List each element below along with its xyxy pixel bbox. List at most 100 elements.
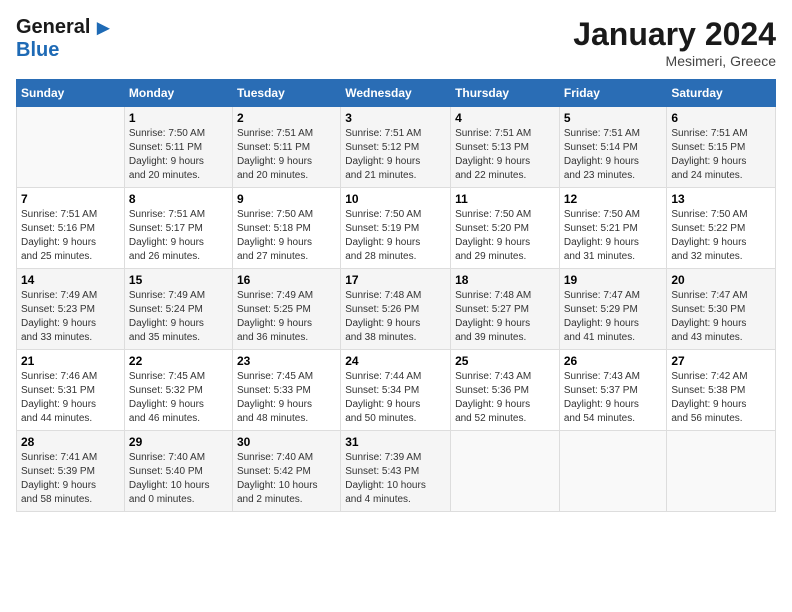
col-header-monday: Monday [124,80,232,107]
day-info: Sunrise: 7:48 AM Sunset: 5:27 PM Dayligh… [455,289,555,345]
day-info: Sunrise: 7:48 AM Sunset: 5:26 PM Dayligh… [345,289,446,345]
day-info: Sunrise: 7:50 AM Sunset: 5:21 PM Dayligh… [564,208,663,264]
day-info: Sunrise: 7:47 AM Sunset: 5:30 PM Dayligh… [671,289,771,345]
calendar-cell: 20 Sunrise: 7:47 AM Sunset: 5:30 PM Dayli… [667,269,776,350]
calendar-cell: 17 Sunrise: 7:48 AM Sunset: 5:26 PM Dayli… [341,269,451,350]
day-info: Sunrise: 7:51 AM Sunset: 5:12 PM Dayligh… [345,127,446,183]
calendar-cell: 22 Sunrise: 7:45 AM Sunset: 5:32 PM Dayli… [124,350,232,431]
day-info: Sunrise: 7:45 AM Sunset: 5:33 PM Dayligh… [237,370,336,426]
logo-bird-icon: ► [92,17,114,39]
day-number: 2 [237,111,336,125]
day-number: 15 [129,273,228,287]
day-info: Sunrise: 7:51 AM Sunset: 5:17 PM Dayligh… [129,208,228,264]
calendar-cell: 24 Sunrise: 7:44 AM Sunset: 5:34 PM Dayli… [341,350,451,431]
col-header-sunday: Sunday [17,80,125,107]
day-info: Sunrise: 7:49 AM Sunset: 5:23 PM Dayligh… [21,289,120,345]
calendar-cell: 1Sunrise: 7:50 AM Sunset: 5:11 PM Daylig… [124,107,232,188]
day-number: 21 [21,354,120,368]
calendar-cell: 27 Sunrise: 7:42 AM Sunset: 5:38 PM Dayli… [667,350,776,431]
calendar-cell: 11Sunrise: 7:50 AM Sunset: 5:20 PM Dayli… [451,188,560,269]
day-info: Sunrise: 7:51 AM Sunset: 5:13 PM Dayligh… [455,127,555,183]
day-number: 31 [345,435,446,449]
calendar-cell: 9 Sunrise: 7:50 AM Sunset: 5:18 PM Daylig… [232,188,340,269]
day-info: Sunrise: 7:50 AM Sunset: 5:19 PM Dayligh… [345,208,446,264]
week-row-4: 21 Sunrise: 7:46 AM Sunset: 5:31 PM Dayli… [17,350,776,431]
day-number: 18 [455,273,555,287]
calendar-cell: 4 Sunrise: 7:51 AM Sunset: 5:13 PM Daylig… [451,107,560,188]
calendar-cell: 25 Sunrise: 7:43 AM Sunset: 5:36 PM Dayli… [451,350,560,431]
calendar-cell [17,107,125,188]
day-info: Sunrise: 7:50 AM Sunset: 5:20 PM Dayligh… [455,208,555,264]
calendar-cell: 18 Sunrise: 7:48 AM Sunset: 5:27 PM Dayli… [451,269,560,350]
day-info: Sunrise: 7:51 AM Sunset: 5:14 PM Dayligh… [564,127,663,183]
week-row-3: 14 Sunrise: 7:49 AM Sunset: 5:23 PM Dayli… [17,269,776,350]
day-number: 12 [564,192,663,206]
month-title: January 2024 [573,16,776,53]
day-info: Sunrise: 7:47 AM Sunset: 5:29 PM Dayligh… [564,289,663,345]
calendar-table: SundayMondayTuesdayWednesdayThursdayFrid… [16,79,776,512]
calendar-cell: 23Sunrise: 7:45 AM Sunset: 5:33 PM Dayli… [232,350,340,431]
week-row-2: 7 Sunrise: 7:51 AM Sunset: 5:16 PM Daylig… [17,188,776,269]
day-number: 25 [455,354,555,368]
calendar-cell [667,431,776,512]
calendar-cell: 10 Sunrise: 7:50 AM Sunset: 5:19 PM Dayli… [341,188,451,269]
day-info: Sunrise: 7:50 AM Sunset: 5:18 PM Dayligh… [237,208,336,264]
day-info: Sunrise: 7:40 AM Sunset: 5:40 PM Dayligh… [129,451,228,507]
day-number: 28 [21,435,120,449]
day-info: Sunrise: 7:50 AM Sunset: 5:22 PM Dayligh… [671,208,771,264]
day-number: 14 [21,273,120,287]
day-info: Sunrise: 7:51 AM Sunset: 5:11 PM Dayligh… [237,127,336,183]
calendar-cell: 15 Sunrise: 7:49 AM Sunset: 5:24 PM Dayli… [124,269,232,350]
calendar-header-row: SundayMondayTuesdayWednesdayThursdayFrid… [17,80,776,107]
day-number: 24 [345,354,446,368]
day-info: Sunrise: 7:40 AM Sunset: 5:42 PM Dayligh… [237,451,336,507]
calendar-cell: 29Sunrise: 7:40 AM Sunset: 5:40 PM Dayli… [124,431,232,512]
calendar-cell [451,431,560,512]
page-header: General ► Blue January 2024 Mesimeri, Gr… [16,16,776,69]
day-info: Sunrise: 7:44 AM Sunset: 5:34 PM Dayligh… [345,370,446,426]
logo: General ► Blue [16,16,114,62]
day-number: 7 [21,192,120,206]
day-number: 4 [455,111,555,125]
day-info: Sunrise: 7:46 AM Sunset: 5:31 PM Dayligh… [21,370,120,426]
day-info: Sunrise: 7:45 AM Sunset: 5:32 PM Dayligh… [129,370,228,426]
day-number: 9 [237,192,336,206]
calendar-cell: 30 Sunrise: 7:40 AM Sunset: 5:42 PM Dayli… [232,431,340,512]
day-number: 8 [129,192,228,206]
day-number: 17 [345,273,446,287]
day-info: Sunrise: 7:49 AM Sunset: 5:24 PM Dayligh… [129,289,228,345]
calendar-cell [559,431,667,512]
day-number: 10 [345,192,446,206]
day-number: 22 [129,354,228,368]
week-row-1: 1Sunrise: 7:50 AM Sunset: 5:11 PM Daylig… [17,107,776,188]
day-info: Sunrise: 7:39 AM Sunset: 5:43 PM Dayligh… [345,451,446,507]
location-subtitle: Mesimeri, Greece [573,53,776,69]
title-area: January 2024 Mesimeri, Greece [573,16,776,69]
day-info: Sunrise: 7:42 AM Sunset: 5:38 PM Dayligh… [671,370,771,426]
day-number: 30 [237,435,336,449]
col-header-wednesday: Wednesday [341,80,451,107]
calendar-cell: 19Sunrise: 7:47 AM Sunset: 5:29 PM Dayli… [559,269,667,350]
day-number: 6 [671,111,771,125]
day-info: Sunrise: 7:43 AM Sunset: 5:36 PM Dayligh… [455,370,555,426]
calendar-cell: 12 Sunrise: 7:50 AM Sunset: 5:21 PM Dayli… [559,188,667,269]
day-info: Sunrise: 7:41 AM Sunset: 5:39 PM Dayligh… [21,451,120,507]
week-row-5: 28 Sunrise: 7:41 AM Sunset: 5:39 PM Dayli… [17,431,776,512]
logo-general: General [16,16,90,39]
calendar-cell: 8 Sunrise: 7:51 AM Sunset: 5:17 PM Daylig… [124,188,232,269]
col-header-saturday: Saturday [667,80,776,107]
day-number: 13 [671,192,771,206]
day-info: Sunrise: 7:49 AM Sunset: 5:25 PM Dayligh… [237,289,336,345]
calendar-cell: 2 Sunrise: 7:51 AM Sunset: 5:11 PM Daylig… [232,107,340,188]
calendar-cell: 5 Sunrise: 7:51 AM Sunset: 5:14 PM Daylig… [559,107,667,188]
day-number: 5 [564,111,663,125]
day-number: 16 [237,273,336,287]
day-info: Sunrise: 7:51 AM Sunset: 5:16 PM Dayligh… [21,208,120,264]
day-number: 20 [671,273,771,287]
day-number: 26 [564,354,663,368]
calendar-cell: 26Sunrise: 7:43 AM Sunset: 5:37 PM Dayli… [559,350,667,431]
day-number: 27 [671,354,771,368]
col-header-tuesday: Tuesday [232,80,340,107]
day-info: Sunrise: 7:51 AM Sunset: 5:15 PM Dayligh… [671,127,771,183]
col-header-friday: Friday [559,80,667,107]
